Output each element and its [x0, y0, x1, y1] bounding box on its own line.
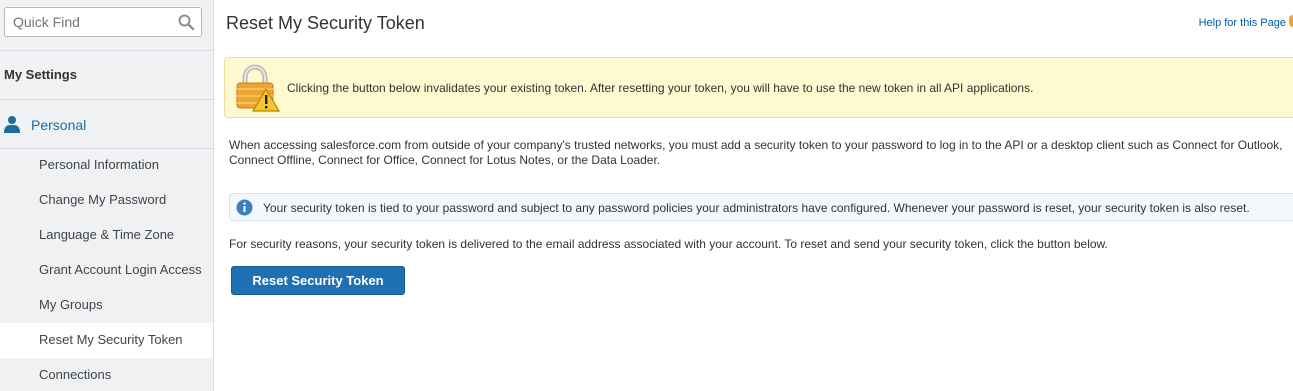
quick-find-box	[4, 7, 202, 37]
sidebar-item-grant-account-login-access[interactable]: Grant Account Login Access	[0, 253, 213, 288]
sidebar-item-label: Change My Password	[39, 192, 167, 207]
person-icon	[4, 116, 20, 133]
sidebar-item-change-my-password[interactable]: Change My Password	[0, 183, 213, 218]
intro-line: When accessing salesforce.com from outsi…	[229, 138, 1283, 152]
search-icon[interactable]	[177, 13, 195, 31]
lock-warning-icon	[236, 64, 281, 112]
sidebar-item-label: Grant Account Login Access	[39, 262, 202, 277]
help-link[interactable]: Help for this Page	[1199, 17, 1286, 29]
sidebar-item-connections[interactable]: Connections	[0, 358, 213, 391]
sidebar-item-reset-my-security-token[interactable]: Reset My Security Token	[0, 323, 213, 358]
help-icon[interactable]	[1289, 15, 1293, 27]
info-text: Your security token is tied to your pass…	[263, 201, 1250, 215]
reset-security-token-button[interactable]: Reset Security Token	[231, 266, 405, 295]
warning-message: Clicking the button below invalidates yo…	[224, 57, 1293, 118]
info-icon	[236, 199, 253, 216]
sidebar-item-language-time-zone[interactable]: Language & Time Zone	[0, 218, 213, 253]
sidebar-item-label: Connections	[39, 367, 112, 382]
info-message: Your security token is tied to your pass…	[229, 193, 1293, 221]
intro-paragraph: When accessing salesforce.com from outsi…	[229, 138, 1293, 168]
sidebar-item-label: Personal Information	[39, 157, 159, 172]
sidebar-item-label: Language & Time Zone	[39, 227, 175, 242]
page-title: Reset My Security Token	[226, 13, 425, 33]
sidebar-group-personal[interactable]: Personal	[0, 100, 213, 149]
divider	[0, 50, 213, 51]
sidebar-item-personal-information[interactable]: Personal Information	[0, 148, 213, 183]
quick-find-input[interactable]	[5, 8, 175, 36]
section-title: My Settings	[4, 67, 77, 82]
instruction-text: For security reasons, your security toke…	[229, 237, 1108, 251]
main-content: Reset My Security Token Help for this Pa…	[214, 0, 1293, 391]
sidebar-item-my-groups[interactable]: My Groups	[0, 288, 213, 323]
sidebar-group-label: Personal	[31, 117, 87, 133]
sidebar-item-label: Reset My Security Token	[39, 332, 183, 347]
sidebar: My Settings Personal Personal Informatio…	[0, 0, 214, 391]
warning-text: Clicking the button below invalidates yo…	[287, 81, 1034, 95]
intro-line: Connect Offline, Connect for Office, Con…	[229, 153, 661, 167]
sidebar-item-label: My Groups	[39, 297, 103, 312]
